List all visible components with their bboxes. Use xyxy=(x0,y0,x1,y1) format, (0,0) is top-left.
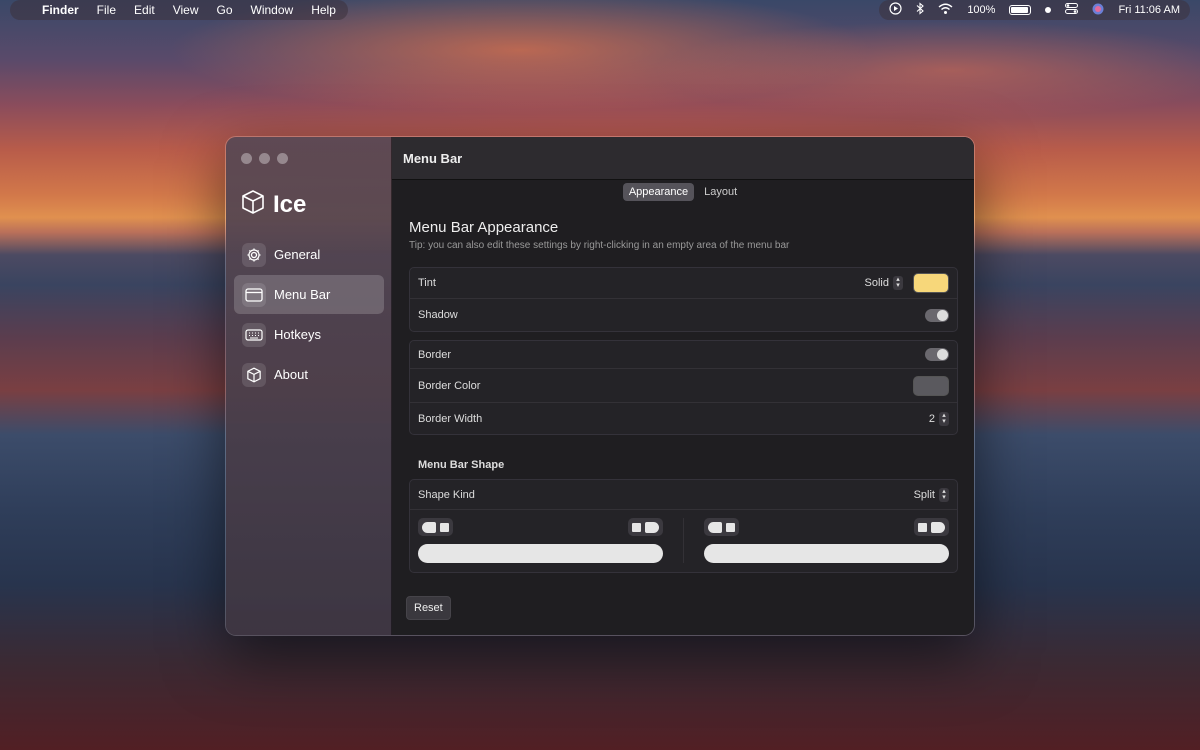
sidebar-item-label: Hotkeys xyxy=(274,327,321,342)
main-pane: Menu Bar Appearance Layout Menu Bar Appe… xyxy=(392,137,974,635)
border-toggle[interactable] xyxy=(925,348,949,361)
tint-label: Tint xyxy=(418,277,436,289)
trailing-shape-bar xyxy=(704,544,949,563)
tint-shadow-group: Tint Solid ▴ ▾ Shadow xyxy=(409,267,958,332)
clock[interactable]: Fri 11:06 AM xyxy=(1118,4,1180,16)
leading-end-cap-selector[interactable] xyxy=(704,518,739,536)
chevron-updown-icon: ▴ ▾ xyxy=(893,276,903,290)
system-menu-bar: Finder File Edit View Go Window Help 100… xyxy=(0,0,1200,20)
window-controls xyxy=(241,153,288,164)
ice-cube-icon xyxy=(241,189,265,220)
trailing-end-cap-selector[interactable] xyxy=(628,518,663,536)
shape-preview xyxy=(410,510,957,572)
close-button[interactable] xyxy=(241,153,252,164)
border-color-well[interactable] xyxy=(913,375,949,396)
trailing-shape-preview xyxy=(683,518,949,563)
border-color-row: Border Color xyxy=(410,369,957,403)
square-cap-icon[interactable] xyxy=(632,522,641,532)
menu-edit[interactable]: Edit xyxy=(134,3,155,17)
sidebar-nav: General Menu Bar Hotkeys About xyxy=(234,235,384,395)
leading-shape-bar xyxy=(418,544,663,563)
chevron-updown-icon: ▴ ▾ xyxy=(939,411,949,426)
shape-kind-label: Shape Kind xyxy=(418,488,475,501)
shape-kind-select[interactable]: Split ▴ ▾ xyxy=(913,487,949,502)
rounded-cap-icon[interactable] xyxy=(708,521,722,533)
section-title: Menu Bar Appearance xyxy=(409,219,559,236)
cube-icon xyxy=(242,362,266,387)
leading-end-cap-selector[interactable] xyxy=(418,518,453,536)
menu-go[interactable]: Go xyxy=(217,3,233,17)
menu-bar-left: Finder File Edit View Go Window Help xyxy=(10,0,348,20)
trailing-end-cap-selector[interactable] xyxy=(914,518,949,536)
app-title: Ice xyxy=(273,190,307,218)
reset-button[interactable]: Reset xyxy=(406,596,451,620)
tab-appearance[interactable]: Appearance xyxy=(622,183,695,201)
shape-group: Shape Kind Split ▴ ▾ xyxy=(409,479,958,573)
zoom-button[interactable] xyxy=(277,153,288,164)
tip-text: Tip: you can also edit these settings by… xyxy=(409,240,790,251)
rounded-cap-icon[interactable] xyxy=(931,521,945,533)
gear-icon xyxy=(242,242,266,267)
menubar-icon xyxy=(242,282,266,307)
border-width-row: Border Width 2 ▴ ▾ xyxy=(410,403,957,434)
menu-window[interactable]: Window xyxy=(251,3,294,17)
app-brand: Ice xyxy=(241,189,306,220)
tab-layout[interactable]: Layout xyxy=(698,183,743,201)
ice-settings-window: Ice General Menu Bar Hotkeys About Menu … xyxy=(225,136,975,636)
square-cap-icon[interactable] xyxy=(440,522,449,532)
keyboard-icon xyxy=(242,322,266,347)
menu-bar-right: 100% Fri 11:06 AM xyxy=(879,0,1190,20)
border-row: Border xyxy=(410,341,957,369)
rounded-cap-icon[interactable] xyxy=(645,521,659,533)
square-cap-icon[interactable] xyxy=(918,522,927,532)
tint-mode-value: Solid xyxy=(864,277,889,289)
sidebar-item-label: General xyxy=(274,247,321,262)
rounded-cap-icon[interactable] xyxy=(422,521,436,533)
sidebar-item-menu-bar[interactable]: Menu Bar xyxy=(234,275,384,314)
battery-icon[interactable] xyxy=(1009,5,1032,15)
sidebar-item-label: Menu Bar xyxy=(274,287,331,302)
menu-file[interactable]: File xyxy=(97,3,116,17)
shadow-row: Shadow xyxy=(410,299,957,331)
sidebar-item-general[interactable]: General xyxy=(234,235,384,274)
control-center-icon[interactable] xyxy=(1065,3,1079,17)
menu-app-name[interactable]: Finder xyxy=(42,3,79,17)
sidebar-item-about[interactable]: About xyxy=(234,355,384,394)
tint-row: Tint Solid ▴ ▾ xyxy=(410,268,957,299)
border-width-value: 2 xyxy=(928,412,935,425)
shadow-label: Shadow xyxy=(418,309,458,321)
shape-kind-value: Split xyxy=(913,488,935,501)
sidebar: Ice General Menu Bar Hotkeys About xyxy=(226,137,392,635)
shape-kind-row: Shape Kind Split ▴ ▾ xyxy=(410,480,957,510)
status-dot-icon[interactable] xyxy=(1045,7,1052,13)
square-cap-icon[interactable] xyxy=(726,522,735,532)
pane-title: Menu Bar xyxy=(392,137,974,180)
shape-heading: Menu Bar Shape xyxy=(418,459,505,471)
chevron-updown-icon: ▴ ▾ xyxy=(939,487,949,502)
sidebar-item-label: About xyxy=(274,367,308,382)
border-width-stepper[interactable]: 2 ▴ ▾ xyxy=(928,411,949,426)
tint-mode-select[interactable]: Solid ▴ ▾ xyxy=(865,276,903,290)
border-label: Border xyxy=(418,348,452,361)
tint-color-well[interactable] xyxy=(913,273,949,293)
border-width-label: Border Width xyxy=(418,412,483,425)
border-group: Border Border Color Border Width 2 ▴ ▾ xyxy=(409,340,958,435)
bluetooth-icon[interactable] xyxy=(916,2,925,18)
play-icon[interactable] xyxy=(889,2,902,18)
tab-bar: Appearance Layout xyxy=(392,183,974,201)
menu-view[interactable]: View xyxy=(173,3,199,17)
appearance-content: Menu Bar Appearance Tip: you can also ed… xyxy=(409,219,958,573)
battery-percent: 100% xyxy=(967,4,996,16)
siri-icon[interactable] xyxy=(1092,3,1104,18)
shadow-toggle[interactable] xyxy=(925,308,949,322)
border-color-label: Border Color xyxy=(418,379,481,392)
wifi-icon[interactable] xyxy=(938,3,953,18)
minimize-button[interactable] xyxy=(259,153,270,164)
menu-help[interactable]: Help xyxy=(311,3,336,17)
leading-shape-preview xyxy=(418,518,663,563)
sidebar-item-hotkeys[interactable]: Hotkeys xyxy=(234,315,384,354)
